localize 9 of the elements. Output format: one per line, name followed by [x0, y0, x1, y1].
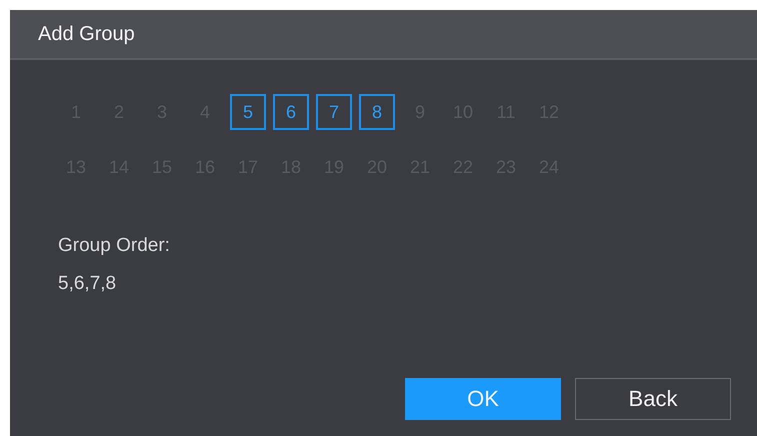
window-title: Add Group	[38, 22, 135, 46]
back-button[interactable]: Back	[575, 378, 731, 420]
ok-button[interactable]: OK	[405, 378, 561, 420]
channel-button[interactable]: 5	[230, 94, 266, 130]
channel-button[interactable]: 8	[359, 94, 395, 130]
group-order-label: Group Order:	[58, 235, 171, 257]
channel-button[interactable]: 7	[316, 94, 352, 130]
channel-button[interactable]: 6	[273, 94, 309, 130]
group-order-value: 5,6,7,8	[58, 273, 118, 295]
